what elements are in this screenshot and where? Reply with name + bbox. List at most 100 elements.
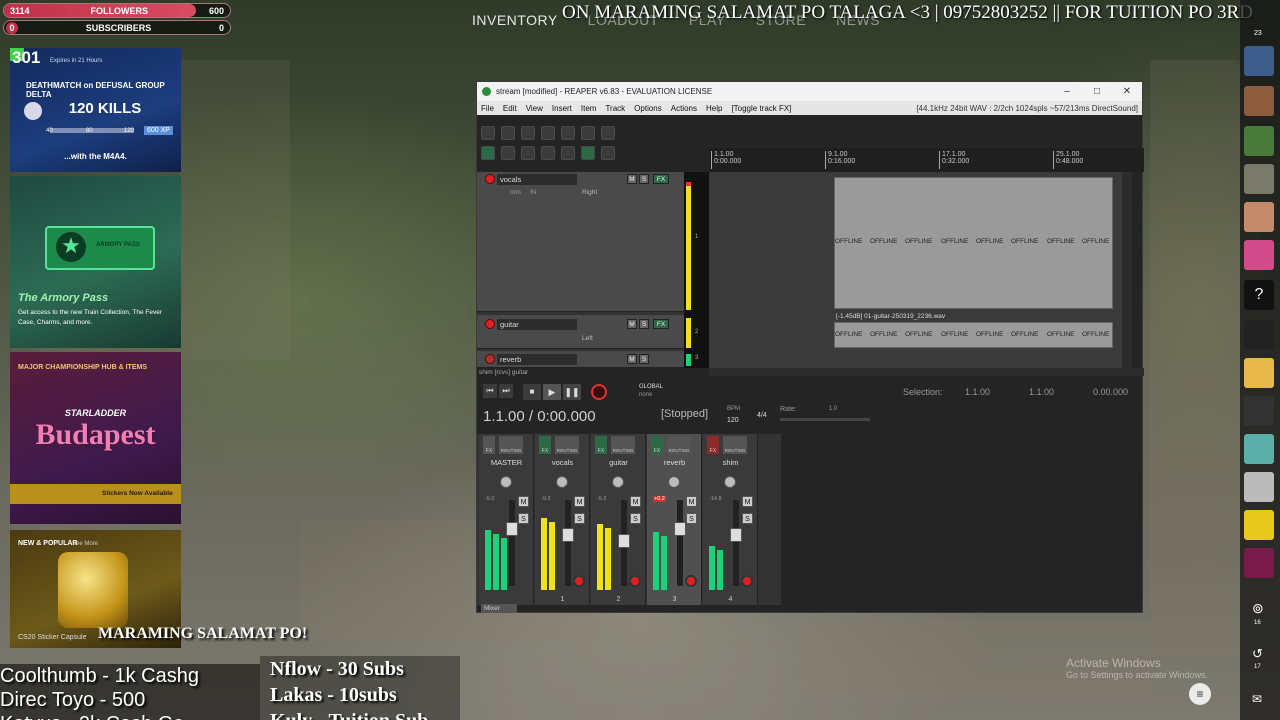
mute-button[interactable]: M: [574, 496, 585, 507]
user-avatar[interactable]: [1244, 396, 1274, 426]
history-icon[interactable]: ↺: [1252, 646, 1263, 662]
selection-length[interactable]: 0.00.000: [1093, 387, 1128, 397]
help-icon[interactable]: ?: [1244, 280, 1274, 310]
fader-cap[interactable]: [674, 522, 686, 536]
record-arm-button[interactable]: [629, 575, 641, 587]
pan-knob[interactable]: [556, 476, 568, 488]
user-avatar[interactable]: [1244, 164, 1274, 194]
fx-button[interactable]: FX: [595, 436, 607, 454]
menu-help[interactable]: Help: [706, 104, 722, 113]
user-avatar[interactable]: [1244, 472, 1274, 502]
new-more-link[interactable]: See More: [72, 541, 98, 547]
record-arm-button[interactable]: [485, 174, 495, 184]
solo-button[interactable]: S: [518, 513, 529, 524]
toolbar-lock-icon[interactable]: [541, 146, 555, 160]
mute-button[interactable]: M: [627, 354, 637, 364]
menu-toggle-fx[interactable]: [Toggle track FX]: [731, 104, 791, 113]
armory-pass-card[interactable]: ★ ARMORY PASS The Armory Pass Get access…: [10, 176, 181, 348]
volume-fader[interactable]: [677, 500, 683, 586]
track-name[interactable]: guitar: [497, 319, 577, 330]
volume-fader[interactable]: [509, 500, 515, 586]
fx-button[interactable]: FX: [539, 436, 551, 454]
go-start-icon[interactable]: ⏮: [483, 384, 497, 398]
user-avatar[interactable]: [1244, 548, 1274, 578]
fader-cap[interactable]: [618, 534, 630, 548]
fader-cap[interactable]: [506, 522, 518, 536]
user-avatar[interactable]: [1244, 434, 1274, 464]
mixer-strip-guitar[interactable]: FX ROUTING guitar -5.3 M S 2: [591, 434, 646, 605]
toolbar-open-icon[interactable]: [501, 126, 515, 140]
mixer-strip-shim[interactable]: FX ROUTING shim -14.8 M S 4: [703, 434, 758, 605]
user-avatar[interactable]: [1244, 202, 1274, 232]
guitar-media-item[interactable]: OFFLINE OFFLINE OFFLINE OFFLINE OFFLINE OFFLI…: [834, 322, 1113, 348]
fader-cap[interactable]: [562, 528, 574, 542]
mute-button[interactable]: M: [627, 174, 637, 184]
solo-button[interactable]: S: [574, 513, 585, 524]
time-signature[interactable]: 4/4: [757, 412, 767, 419]
volume-fader[interactable]: [733, 500, 739, 586]
menu-actions[interactable]: Actions: [671, 104, 697, 113]
toolbar-undo-icon[interactable]: [561, 126, 575, 140]
toolbar-metronome-icon[interactable]: [601, 126, 615, 140]
solo-button[interactable]: S: [742, 513, 753, 524]
user-avatar[interactable]: [1244, 320, 1274, 350]
track-reverb[interactable]: reverb M S: [477, 351, 684, 368]
track-name[interactable]: vocals: [497, 174, 577, 185]
mail-icon[interactable]: ✉: [1252, 692, 1262, 706]
mute-button[interactable]: M: [518, 496, 529, 507]
toolbar-crossfade-icon[interactable]: [601, 146, 615, 160]
track-name[interactable]: reverb: [497, 354, 577, 365]
stop-icon[interactable]: ■: [523, 384, 541, 400]
pan-knob[interactable]: [724, 476, 736, 488]
track-vocals[interactable]: vocals M S FX trim IN Right: [477, 172, 684, 312]
record-arm-button[interactable]: [741, 575, 753, 587]
routing-button[interactable]: ROUTING: [611, 436, 635, 454]
pan-knob[interactable]: [500, 476, 512, 488]
arrange-view[interactable]: OFFLINE OFFLINE OFFLINE OFFLINE OFFLINE OFFLI…: [709, 172, 1132, 368]
toolbar-settings-icon[interactable]: [541, 126, 555, 140]
toolbar-redo-icon[interactable]: [581, 126, 595, 140]
mute-button[interactable]: M: [686, 496, 697, 507]
pan-label[interactable]: Right: [582, 189, 597, 196]
mixer-strip-reverb[interactable]: FX ROUTING reverb +0.2 M S 3: [647, 434, 702, 605]
user-avatar[interactable]: [1244, 510, 1274, 540]
reaper-window[interactable]: stream [modified] - REAPER v6.83 - EVALU…: [476, 81, 1144, 613]
fx-button[interactable]: FX: [651, 436, 663, 454]
pause-icon[interactable]: ❚❚: [563, 384, 581, 400]
minimize-icon[interactable]: –: [1052, 86, 1082, 97]
vocals-media-item[interactable]: OFFLINE OFFLINE OFFLINE OFFLINE OFFLINE OFFLI…: [834, 177, 1113, 309]
toolbar-snap-icon[interactable]: [501, 146, 515, 160]
selection-start[interactable]: 1.1.00: [965, 387, 990, 397]
routing-button[interactable]: ROUTING: [499, 436, 523, 454]
user-avatar[interactable]: [1244, 86, 1274, 116]
toolbar-envelope-icon[interactable]: [561, 146, 575, 160]
pan-knob[interactable]: [612, 476, 624, 488]
record-arm-button[interactable]: [685, 575, 697, 587]
mute-button[interactable]: M: [630, 496, 641, 507]
record-arm-button[interactable]: [485, 354, 495, 364]
selection-end[interactable]: 1.1.00: [1029, 387, 1054, 397]
maximize-icon[interactable]: □: [1082, 86, 1112, 97]
time-display[interactable]: 1.1.00 / 0:00.000: [483, 408, 596, 425]
toolbar-save-icon[interactable]: [521, 126, 535, 140]
timeline-ruler[interactable]: 1.1.00 0:00.000 9.1.00 0:16.000 17.1.00 0:3…: [709, 148, 1144, 172]
fx-button[interactable]: FX: [707, 436, 719, 454]
track-guitar[interactable]: guitar M S FX Left: [477, 315, 684, 349]
settings-sliders-icon[interactable]: ≡: [1189, 683, 1211, 705]
arrange-hscrollbar[interactable]: [709, 368, 1144, 376]
pan-knob[interactable]: [668, 476, 680, 488]
record-icon[interactable]: [591, 384, 607, 400]
play-icon[interactable]: ▶: [543, 384, 561, 400]
solo-button[interactable]: S: [686, 513, 697, 524]
go-end-icon[interactable]: ⏭: [499, 384, 513, 398]
routing-button[interactable]: ROUTING: [555, 436, 579, 454]
menu-item[interactable]: Item: [581, 104, 597, 113]
arrange-vscrollbar[interactable]: [1122, 172, 1132, 368]
fx-button[interactable]: FX: [653, 174, 669, 184]
routing-button[interactable]: ROUTING: [667, 436, 691, 454]
fx-button[interactable]: FX: [483, 436, 495, 454]
mute-button[interactable]: M: [742, 496, 753, 507]
user-avatar[interactable]: [1244, 358, 1274, 388]
bpm-value[interactable]: 120: [727, 417, 739, 424]
solo-button[interactable]: S: [639, 319, 649, 329]
